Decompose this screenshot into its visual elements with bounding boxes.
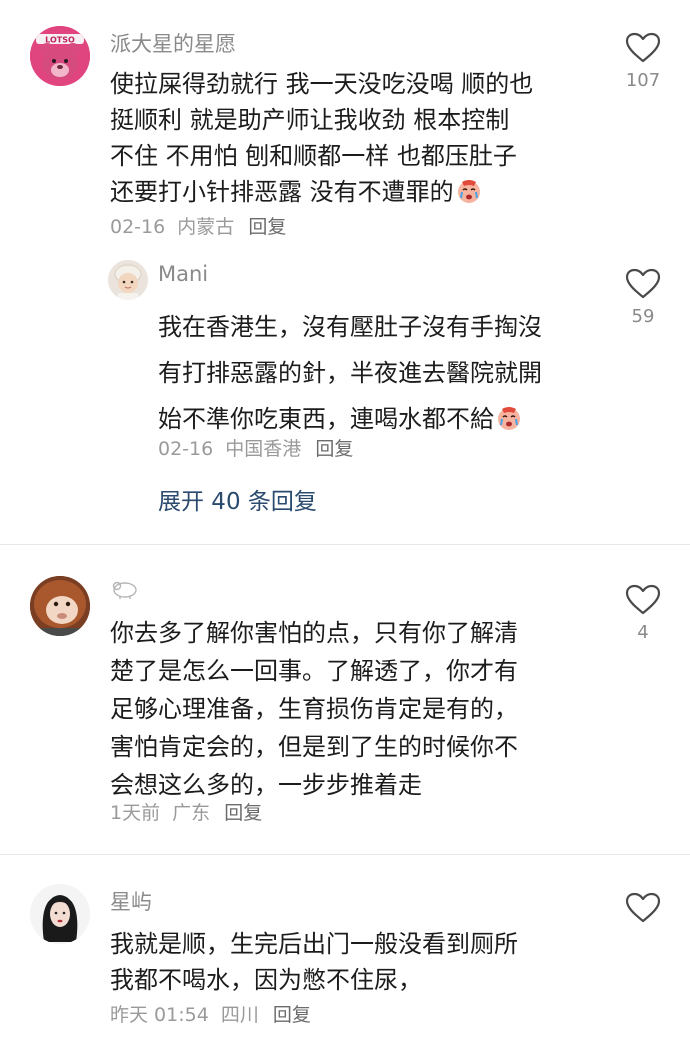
reply-text: 我在香港生，沒有壓肚子沒有手掏沒 有打排惡露的針，半夜進去醫院就開 始不準你吃東… <box>158 304 542 446</box>
divider <box>0 854 690 855</box>
reply-button[interactable]: 回复 <box>224 802 262 824</box>
reply-button[interactable]: 回复 <box>248 216 286 238</box>
like-button[interactable]: 4 <box>611 584 675 643</box>
avatar[interactable]: LOTSO <box>30 26 90 86</box>
comment-date: 02-16 <box>110 216 166 238</box>
expand-replies-button[interactable]: 展开 40 条回复 <box>158 482 317 516</box>
reply-meta: 02-16 中国香港 回复 <box>158 434 353 461</box>
reply-button[interactable]: 回复 <box>315 438 353 460</box>
comment-line: 楚了是怎么一回事。了解透了，你才有 <box>110 657 518 685</box>
avatar[interactable] <box>30 576 90 636</box>
svg-text:LOTSO: LOTSO <box>45 36 75 45</box>
comment-line: 还要打小针排恶露 没有不遭罪的 <box>110 174 533 214</box>
comment-line: 挺顺利 就是助产师让我收劲 根本控制 <box>110 106 510 134</box>
comment-text: 你去多了解你害怕的点，只有你了解清 楚了是怎么一回事。了解透了，你才有 足够心理… <box>110 614 518 804</box>
monkey-avatar-icon <box>30 576 90 636</box>
comment-line: 我就是顺，生完后出门一般没看到厕所 <box>110 930 518 958</box>
comment-location: 广东 <box>172 802 211 824</box>
comment-date: 昨天 01:54 <box>110 1004 209 1026</box>
like-button[interactable]: 107 <box>611 32 675 91</box>
divider <box>0 544 690 545</box>
comment-location: 内蒙古 <box>177 216 235 238</box>
sheep-icon <box>110 581 140 605</box>
heart-icon <box>625 892 661 923</box>
comment-meta: 昨天 01:54 四川 回复 <box>110 1000 311 1027</box>
reply-username[interactable]: Mani <box>158 262 208 286</box>
comment-username[interactable] <box>110 578 140 605</box>
avatar[interactable] <box>108 260 148 300</box>
heart-icon <box>625 584 661 615</box>
woman-portrait-avatar-icon <box>30 884 90 944</box>
comment-username[interactable]: 星屿 <box>110 886 152 916</box>
crying-face-emoji-icon <box>456 178 482 214</box>
comment-text: 使拉屎得劲就行 我一天没吃没喝 顺的也 挺顺利 就是助产师让我收劲 根本控制 不… <box>110 66 533 214</box>
comment-line: 害怕肯定会的，但是到了生的时候你不 <box>110 733 518 761</box>
comment-text: 我就是顺，生完后出门一般没看到厕所 我都不喝水，因为憋不住尿， <box>110 926 518 998</box>
comment-line: 不住 不用怕 刨和顺都一样 也都压肚子 <box>110 142 517 170</box>
comment-line: 你去多了解你害怕的点，只有你了解清 <box>110 619 518 647</box>
like-button[interactable] <box>611 892 675 930</box>
comment-meta: 02-16 内蒙古 回复 <box>110 212 286 239</box>
comment-location: 四川 <box>220 1004 259 1026</box>
baby-avatar-icon <box>108 260 148 300</box>
like-count: 59 <box>631 306 655 327</box>
like-button[interactable]: 59 <box>611 268 675 327</box>
comment-username[interactable]: 派大星的星愿 <box>110 28 236 58</box>
reply-line: 有打排惡露的針，半夜進去醫院就開 <box>158 359 542 387</box>
heart-icon <box>625 32 661 63</box>
reply-line: 我在香港生，沒有壓肚子沒有手掏沒 <box>158 313 542 341</box>
like-count: 107 <box>625 70 661 91</box>
reply-date: 02-16 <box>158 438 214 460</box>
crying-face-emoji-icon <box>496 400 522 446</box>
like-count: 4 <box>637 622 649 643</box>
comment-line: 我都不喝水，因为憋不住尿， <box>110 966 422 994</box>
comment-line: 足够心理准备，生育损伤肯定是有的， <box>110 695 518 723</box>
comment-line-text: 还要打小针排恶露 没有不遭罪的 <box>110 178 454 206</box>
reply-button[interactable]: 回复 <box>273 1004 311 1026</box>
comment-date: 1天前 <box>110 802 161 824</box>
reply-line-text: 始不準你吃東西，連喝水都不給 <box>158 405 494 433</box>
comment-line: 使拉屎得劲就行 我一天没吃没喝 顺的也 <box>110 70 534 98</box>
avatar[interactable] <box>30 884 90 944</box>
lotso-bear-avatar-icon: LOTSO <box>30 26 90 86</box>
comment-meta: 1天前 广东 回复 <box>110 798 262 825</box>
reply-location: 中国香港 <box>225 438 302 460</box>
heart-icon <box>625 268 661 299</box>
